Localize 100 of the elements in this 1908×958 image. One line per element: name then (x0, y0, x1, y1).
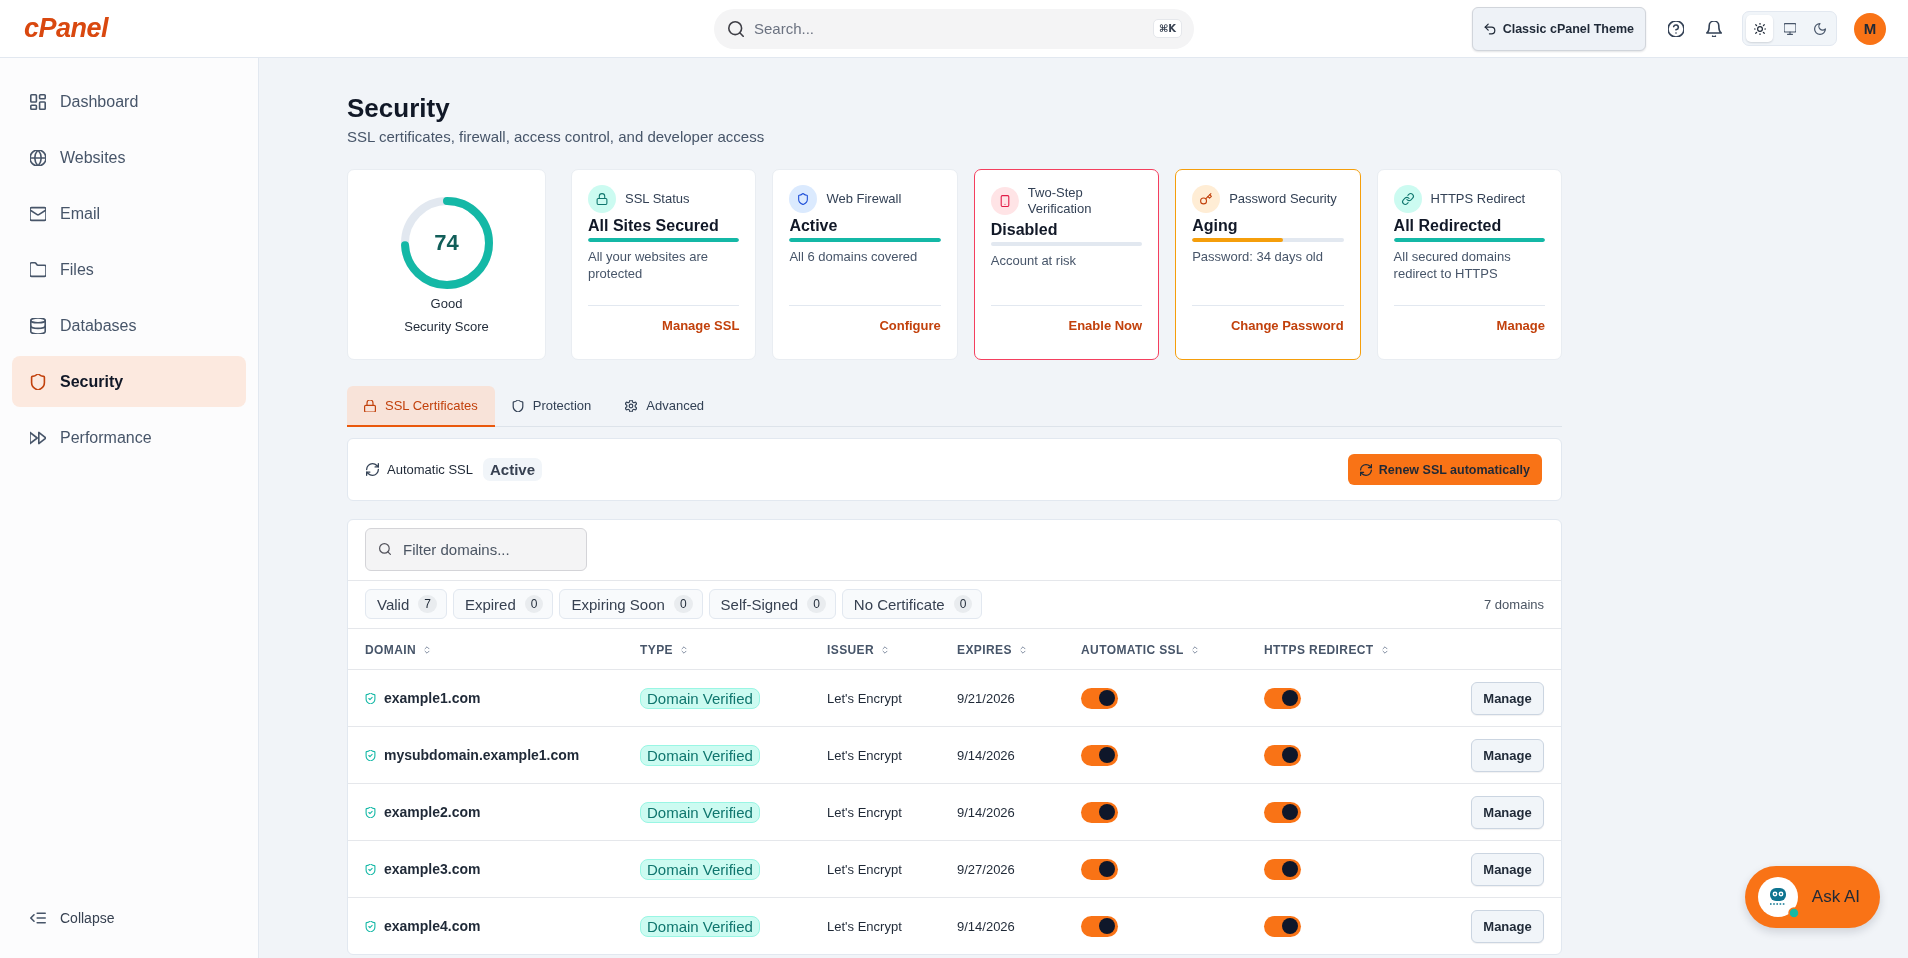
certificate-type-badge: Domain Verified (640, 858, 760, 880)
card-action-link[interactable]: Configure (879, 317, 941, 335)
gear-icon (625, 399, 638, 412)
sidebar-item[interactable]: Performance (12, 412, 246, 463)
manage-button[interactable]: Manage (1471, 795, 1544, 829)
expiry-date: 9/27/2026 (957, 861, 1015, 877)
status-value: Disabled (990, 220, 1059, 240)
score-label: Security Score (404, 318, 489, 336)
bell-icon[interactable] (1706, 20, 1722, 37)
automatic-ssl-label: Automatic SSL (387, 462, 473, 477)
toggle-switch[interactable] (1264, 801, 1301, 823)
sidebar-item[interactable]: Files (12, 244, 246, 295)
issuer-text: Let's Encrypt (827, 918, 902, 934)
expiry-date: 9/21/2026 (957, 690, 1015, 706)
toggle-switch[interactable] (1081, 858, 1118, 880)
toggle-switch[interactable] (1264, 687, 1301, 709)
database-icon (30, 317, 46, 334)
score-rating: Good (430, 295, 463, 313)
filter-chip[interactable]: Expiring Soon 0 (559, 589, 703, 619)
card-title: SSL Status (625, 191, 690, 207)
sidebar-item[interactable]: Email (12, 188, 246, 239)
column-header[interactable]: AUTOMATIC SSL (1081, 643, 1199, 657)
search-icon (728, 20, 744, 37)
link-icon (1393, 185, 1422, 213)
filter-chip[interactable]: Valid 7 (365, 589, 447, 619)
manage-button[interactable]: Manage (1471, 852, 1544, 886)
card-action-link[interactable]: Manage SSL (662, 317, 740, 335)
ask-ai-button[interactable]: Ask AI (1744, 866, 1880, 928)
card-title: HTTPS Redirect (1430, 191, 1526, 207)
toggle-switch[interactable] (1081, 687, 1118, 709)
issuer-text: Let's Encrypt (827, 804, 902, 820)
manage-button[interactable]: Manage (1471, 909, 1544, 943)
envelope-icon (30, 205, 46, 222)
renew-ssl-button[interactable]: Renew SSL automatically (1347, 454, 1542, 485)
manage-button[interactable]: Manage (1471, 681, 1544, 715)
card-title: Web Firewall (826, 191, 902, 207)
fast-forward-icon (30, 429, 46, 446)
toggle-switch[interactable] (1264, 744, 1301, 766)
sidebar-item[interactable]: Dashboard (12, 76, 246, 127)
expiry-date: 9/14/2026 (957, 918, 1015, 934)
toggle-switch[interactable] (1081, 915, 1118, 937)
tab[interactable]: Advanced (608, 386, 722, 427)
shield-check-icon (365, 806, 376, 818)
sort-icon (423, 645, 432, 655)
toggle-switch[interactable] (1081, 801, 1118, 823)
column-header[interactable]: HTTPS REDIRECT (1264, 643, 1389, 657)
sort-icon (1190, 645, 1199, 655)
domain-name: mysubdomain.example1.com (384, 747, 580, 763)
key-icon (1192, 185, 1221, 213)
toggle-switch[interactable] (1264, 858, 1301, 880)
avatar[interactable]: M (1854, 12, 1886, 45)
collapse-button[interactable]: Collapse (12, 910, 246, 926)
filter-chip[interactable]: Self-Signed 0 (708, 589, 836, 619)
page-subtitle: SSL certificates, firewall, access control, and developer access (347, 127, 766, 147)
card-action-link[interactable]: Enable Now (1068, 317, 1143, 335)
undo-icon (1483, 22, 1496, 35)
score-value: 74 (434, 230, 459, 256)
status-value: All Sites Secured (588, 216, 720, 236)
status-badge: Active (483, 458, 543, 481)
sun-icon (1753, 22, 1766, 35)
tab[interactable]: Protection (494, 386, 609, 427)
sidebar-item[interactable]: Security (12, 356, 246, 407)
collapse-icon (30, 910, 46, 926)
certificate-type-badge: Domain Verified (640, 744, 760, 766)
sidebar-item[interactable]: Databases (12, 300, 246, 351)
folder-icon (30, 261, 46, 278)
column-header[interactable]: EXPIRES (957, 643, 1027, 657)
column-header[interactable]: DOMAIN (365, 643, 432, 657)
sort-icon (1018, 645, 1027, 655)
tab[interactable]: SSL Certificates (347, 386, 495, 427)
status-value: Aging (1192, 216, 1239, 236)
theme-mode-button[interactable] (1746, 15, 1773, 42)
filter-field[interactable]: Filter domains... (365, 528, 587, 571)
status-description: All secured domains redirect to HTTPS (1393, 248, 1512, 282)
column-header[interactable]: ISSUER (827, 643, 890, 657)
filter-chip[interactable]: Expired 0 (452, 589, 554, 619)
logo[interactable]: cPanel (24, 15, 109, 42)
shield-icon (511, 399, 524, 412)
page-title: Security (347, 92, 451, 125)
toggle-switch[interactable] (1264, 915, 1301, 937)
column-header[interactable]: TYPE (640, 643, 688, 657)
refresh-icon (1359, 463, 1372, 476)
help-icon[interactable] (1668, 20, 1684, 37)
status-value: All Redirected (1393, 216, 1503, 236)
card-action-link[interactable]: Change Password (1230, 317, 1344, 335)
shield-check-icon (365, 749, 376, 761)
classic-theme-button[interactable]: Classic cPanel Theme (1471, 6, 1646, 51)
phone-icon (990, 187, 1019, 215)
toggle-switch[interactable] (1081, 744, 1118, 766)
card-action-link[interactable]: Manage (1496, 317, 1545, 335)
filter-chip[interactable]: No Certificate 0 (841, 589, 983, 619)
card-title: Two-Step Verification (1027, 185, 1093, 217)
card-title: Password Security (1229, 191, 1337, 207)
sort-icon (679, 645, 688, 655)
issuer-text: Let's Encrypt (827, 747, 902, 763)
shield-icon (30, 373, 46, 390)
sidebar-item[interactable]: Websites (12, 132, 246, 183)
manage-button[interactable]: Manage (1471, 738, 1544, 772)
certificate-type-badge: Domain Verified (640, 915, 760, 937)
sort-icon (881, 645, 890, 655)
